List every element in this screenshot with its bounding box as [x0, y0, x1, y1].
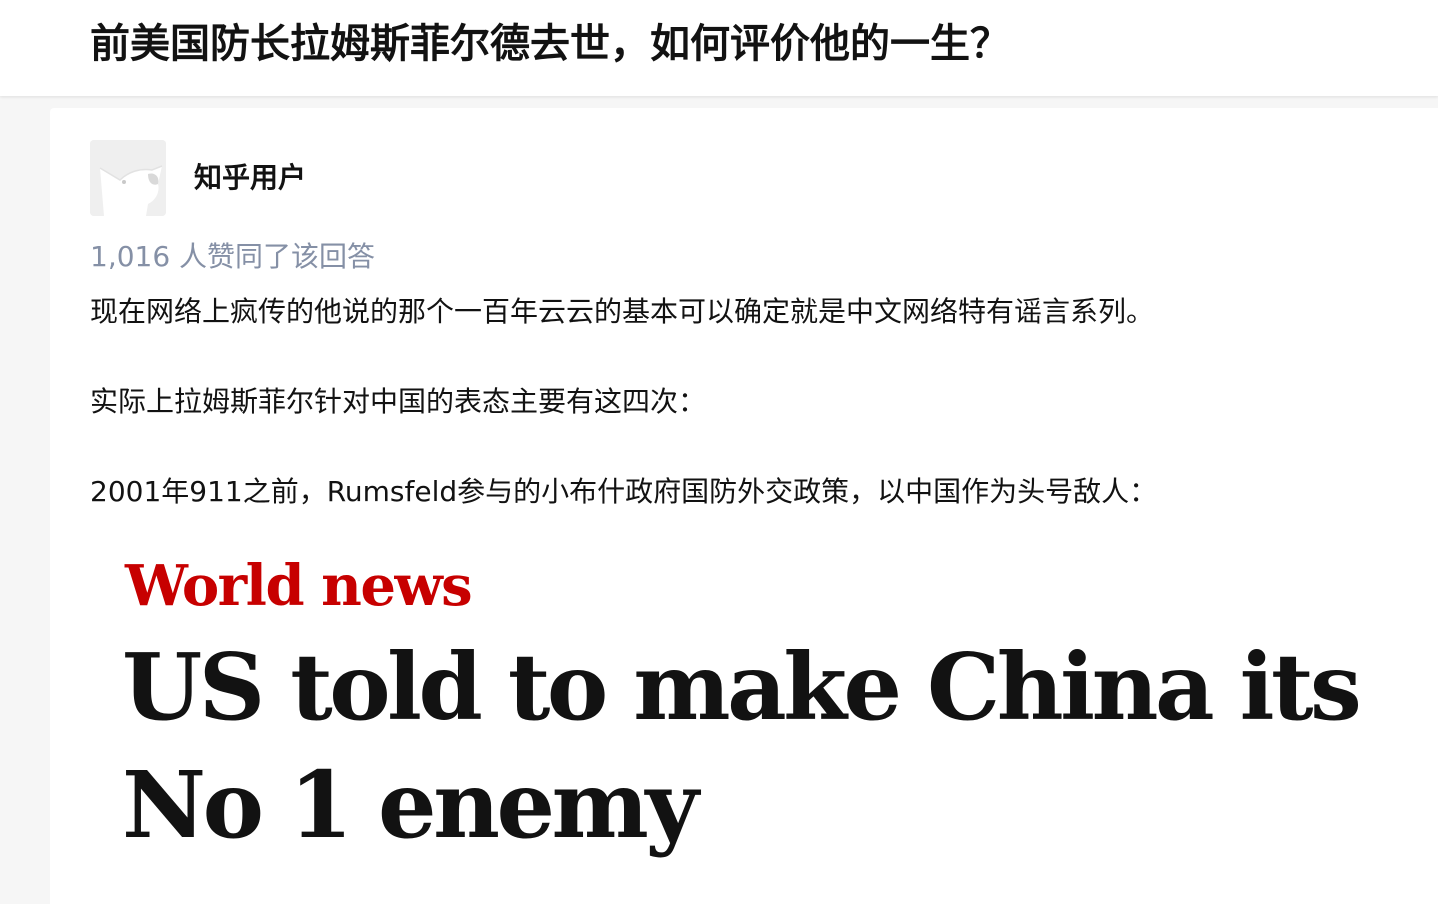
author-avatar[interactable]: [90, 140, 166, 216]
news-section-label: World news: [125, 553, 473, 619]
answer-card: 知乎用户 1,016 人赞同了该回答 现在网络上疯传的他说的那个一百年云云的基本…: [50, 108, 1438, 904]
answer-paragraph-3: 2001年911之前，Rumsfeld参与的小布什政府国防外交政策，以中国作为头…: [90, 475, 1158, 508]
embedded-news-screenshot[interactable]: World news US told to make China its No …: [122, 548, 1412, 904]
question-title[interactable]: 前美国防长拉姆斯菲尔德去世，如何评价他的一生？: [90, 14, 1010, 74]
default-avatar-icon: [90, 140, 166, 216]
answer-paragraph-2: 实际上拉姆斯菲尔针对中国的表态主要有这四次：: [90, 385, 707, 418]
news-headline: US told to make China its No 1 enemy: [122, 633, 1362, 859]
answer-paragraph-1: 现在网络上疯传的他说的那个一百年云云的基本可以确定就是中文网络特有谣言系列。: [90, 295, 1155, 328]
question-header: 前美国防长拉姆斯菲尔德去世，如何评价他的一生？: [0, 0, 1438, 96]
author-name[interactable]: 知乎用户: [194, 158, 306, 198]
vote-count: 1,016 人赞同了该回答: [90, 240, 376, 273]
